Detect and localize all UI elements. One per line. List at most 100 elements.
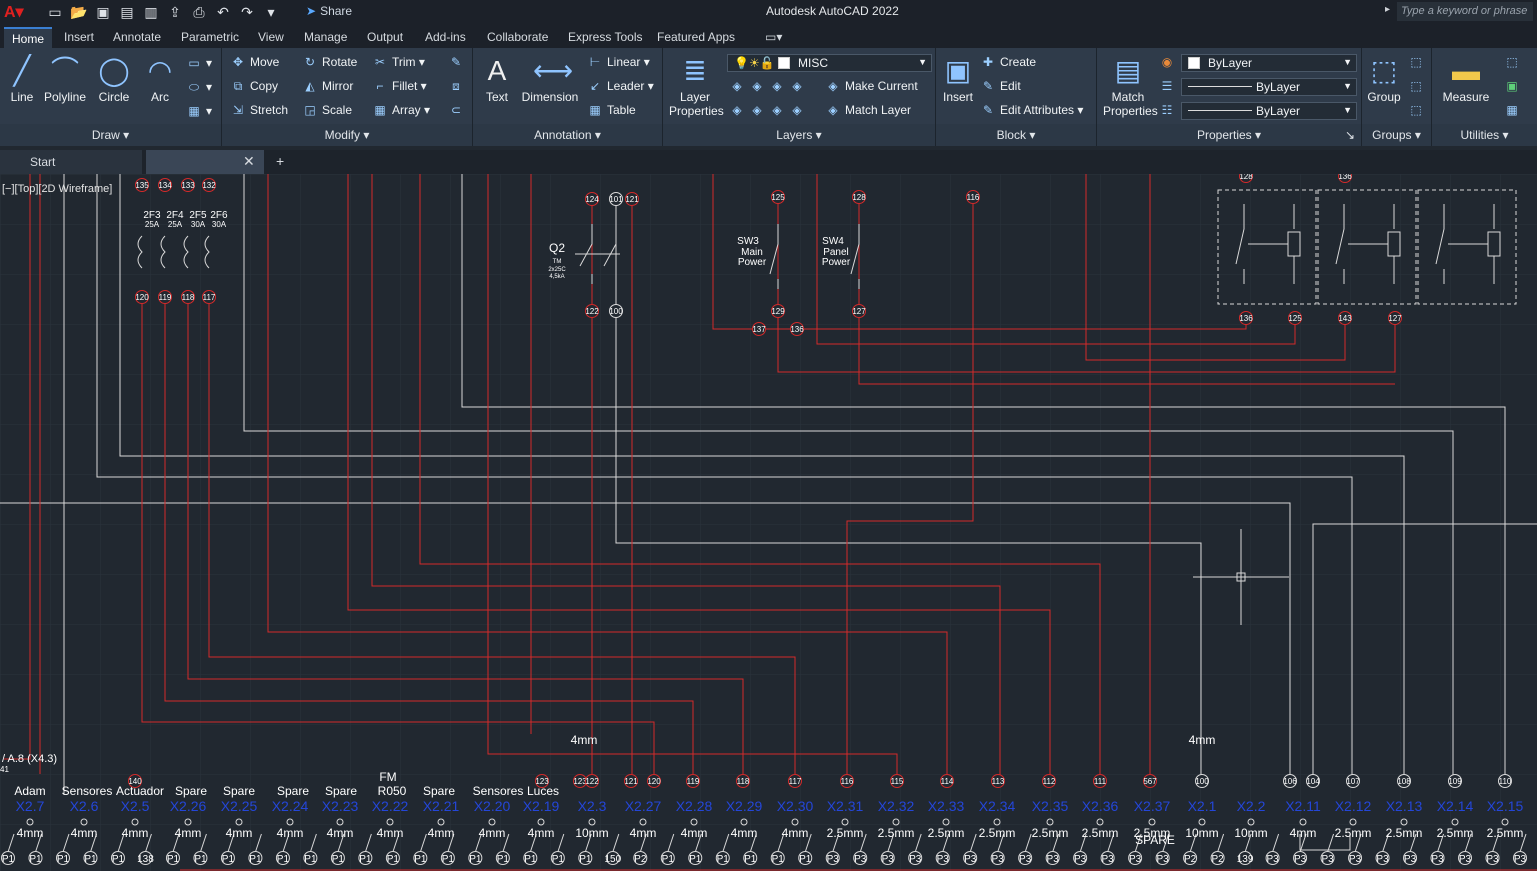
layer-tools-row1[interactable]: ◈ ◈ ◈ ◈ bbox=[729, 79, 809, 93]
dimension-button[interactable]: ⟷ Dimension bbox=[519, 54, 581, 104]
mirror-button[interactable]: ◭ Mirror bbox=[302, 79, 353, 93]
plot-icon[interactable]: ⎙ bbox=[190, 3, 208, 21]
make-current-button[interactable]: ◈ Make Current bbox=[825, 79, 917, 93]
insert-button[interactable]: ▣ Insert bbox=[940, 54, 976, 104]
polyline-button[interactable]: ⌒ Polyline bbox=[40, 54, 90, 104]
tab-output[interactable]: Output bbox=[359, 27, 411, 48]
close-icon[interactable]: ✕ bbox=[243, 153, 255, 170]
viewport-controls[interactable]: [−][Top][2D Wireframe] bbox=[2, 183, 112, 195]
select-all-button[interactable]: ▣ bbox=[1504, 79, 1524, 93]
quick-select-button[interactable]: ⬚ bbox=[1504, 55, 1524, 69]
sw3-label: Power bbox=[738, 257, 767, 268]
save-as-icon[interactable]: ▤ bbox=[118, 3, 136, 21]
doc-tab-start[interactable]: Start bbox=[0, 150, 142, 174]
open-icon[interactable]: 📂 bbox=[70, 3, 88, 21]
ribbon-minimize-icon[interactable]: ▭▾ bbox=[757, 27, 790, 48]
drawing-canvas[interactable]: [−][Top][2D Wireframe] 135 2F3 25A 120 134 2F… bbox=[0, 174, 1537, 871]
bottom-node-label: P1 bbox=[799, 854, 812, 865]
panel-title-draw[interactable]: Draw ▾ bbox=[0, 124, 221, 146]
tab-annotate[interactable]: Annotate bbox=[105, 27, 169, 48]
tab-manage[interactable]: Manage bbox=[296, 27, 355, 48]
offset-button[interactable]: ⊂ bbox=[448, 103, 468, 117]
move-button[interactable]: ✥ Move bbox=[230, 55, 279, 69]
autocad-logo-icon[interactable]: A▾ bbox=[4, 2, 34, 22]
bottom-node-label: P3 bbox=[1294, 854, 1307, 865]
save-icon[interactable]: ▣ bbox=[94, 3, 112, 21]
properties-launcher-icon[interactable]: ↘ bbox=[1345, 128, 1355, 142]
linear-button[interactable]: ⊢ Linear ▾ bbox=[587, 55, 650, 69]
layer-unlock-icon: ◈ bbox=[792, 103, 802, 117]
group-edit-button[interactable]: ⬚ bbox=[1408, 79, 1428, 93]
calculator-button[interactable]: ▦ bbox=[1504, 103, 1524, 117]
bottom-node-label: P1 bbox=[497, 854, 510, 865]
undo-icon[interactable]: ↶ bbox=[214, 3, 232, 21]
panel-title-annotation[interactable]: Annotation ▾ bbox=[473, 124, 662, 146]
search-expand-icon[interactable]: ▸ bbox=[1385, 4, 1390, 15]
copy-button[interactable]: ⧉ Copy bbox=[230, 79, 278, 94]
arc-button[interactable]: ◠ Arc bbox=[142, 54, 178, 104]
ungroup-button[interactable]: ⬚ bbox=[1408, 55, 1428, 69]
group-button[interactable]: ⬚ Group bbox=[1364, 54, 1404, 104]
panel-title-groups[interactable]: Groups ▾ bbox=[1362, 124, 1431, 146]
fillet-button[interactable]: ⌐ Fillet ▾ bbox=[372, 79, 426, 93]
tab-view[interactable]: View bbox=[250, 27, 292, 48]
tab-featured-apps[interactable]: Featured Apps bbox=[649, 27, 743, 48]
color-dropdown[interactable]: ByLayer ▼ bbox=[1181, 54, 1357, 72]
leader-button[interactable]: ↙ Leader ▾ bbox=[587, 79, 654, 93]
trim-button[interactable]: ✂ Trim ▾ bbox=[372, 55, 425, 69]
panel-title-properties[interactable]: Properties ▾ ↘ bbox=[1097, 124, 1361, 146]
tab-addins[interactable]: Add-ins bbox=[417, 27, 474, 48]
layer-tools-row2[interactable]: ◈ ◈ ◈ ◈ bbox=[729, 103, 809, 117]
customize-qat-icon[interactable]: ▾ bbox=[262, 3, 280, 21]
tab-collaborate[interactable]: Collaborate bbox=[479, 27, 556, 48]
relay-bottom-node: 143 bbox=[1338, 314, 1352, 323]
share-upload-icon[interactable]: ⇪ bbox=[166, 3, 184, 21]
redo-icon[interactable]: ↷ bbox=[238, 3, 256, 21]
share-button[interactable]: ➤ Share bbox=[306, 4, 352, 18]
panel-title-modify[interactable]: Modify ▾ bbox=[222, 124, 472, 146]
measure-button[interactable]: ▬ Measure bbox=[1438, 54, 1494, 104]
panel-properties: ▤ Match Properties ◉ ByLayer ▼ ☰ ByLayer ▼ … bbox=[1097, 48, 1362, 146]
wire-size: 2.5mm bbox=[827, 826, 864, 840]
tab-insert[interactable]: Insert bbox=[56, 27, 102, 48]
table-button[interactable]: ▦ Table bbox=[587, 103, 635, 117]
panel-title-block[interactable]: Block ▾ bbox=[936, 124, 1096, 146]
tab-parametric[interactable]: Parametric bbox=[173, 27, 247, 48]
line-button[interactable]: ╱ Line bbox=[4, 54, 40, 104]
edit-attributes-button[interactable]: ✎ Edit Attributes ▾ bbox=[980, 103, 1083, 117]
explode-button[interactable]: ⧈ bbox=[448, 79, 468, 94]
group-select-button[interactable]: ⬚ bbox=[1408, 103, 1428, 117]
tab-home[interactable]: Home bbox=[4, 27, 53, 48]
array-button[interactable]: ▦ Array ▾ bbox=[372, 103, 430, 117]
linetype-dropdown[interactable]: ByLayer ▼ bbox=[1181, 102, 1357, 120]
lineweight-dropdown[interactable]: ByLayer ▼ bbox=[1181, 78, 1357, 96]
new-tab-icon[interactable]: + bbox=[276, 153, 284, 169]
layer-dropdown[interactable]: 💡☀🔓 MISC ▼ bbox=[727, 54, 932, 72]
stretch-button[interactable]: ⇲ Stretch bbox=[230, 103, 288, 117]
panel-title-layers[interactable]: Layers ▾ bbox=[663, 124, 935, 146]
match-layer-button[interactable]: ◈ Match Layer bbox=[825, 103, 911, 117]
terminal-id: X2.33 bbox=[928, 798, 965, 814]
tab-express-tools[interactable]: Express Tools bbox=[560, 27, 650, 48]
rectangle-button[interactable]: ▭ ▾ bbox=[186, 56, 212, 70]
circle-button[interactable]: ◯ Circle bbox=[92, 54, 136, 104]
layer-properties-button[interactable]: ≣ Layer Properties bbox=[669, 54, 724, 118]
bottom-node-label: P1 bbox=[277, 854, 290, 865]
search-input[interactable]: Type a keyword or phrase bbox=[1397, 2, 1533, 21]
new-icon[interactable]: ▭ bbox=[46, 3, 64, 21]
erase-button[interactable]: ✎ bbox=[448, 55, 468, 69]
edit-block-button[interactable]: ✎ Edit bbox=[980, 79, 1021, 93]
web-mobile-icon[interactable]: ▥ bbox=[142, 3, 160, 21]
match-properties-button[interactable]: ▤ Match Properties bbox=[1103, 54, 1158, 118]
ribbon: ╱ Line ⌒ Polyline ◯ Circle ◠ Arc ▭ ▾ ⬭ ▾ ▦ ▾ Dr… bbox=[0, 48, 1537, 146]
text-button[interactable]: A Text bbox=[479, 54, 515, 104]
linetype-icon: ☷ bbox=[1161, 103, 1173, 117]
panel-title-utilities[interactable]: Utilities ▾ bbox=[1432, 124, 1537, 146]
rotate-button[interactable]: ↻ Rotate bbox=[302, 55, 357, 69]
hatch-button[interactable]: ⬭ ▾ bbox=[186, 80, 212, 95]
left-reference: / A.8 (X4.3) bbox=[2, 753, 57, 765]
hatch-tool-button[interactable]: ▦ ▾ bbox=[186, 104, 212, 118]
create-block-button[interactable]: ✚ Create bbox=[980, 55, 1036, 69]
scale-button[interactable]: ◲ Scale bbox=[302, 103, 352, 117]
wire-size: 4mm bbox=[327, 826, 354, 840]
